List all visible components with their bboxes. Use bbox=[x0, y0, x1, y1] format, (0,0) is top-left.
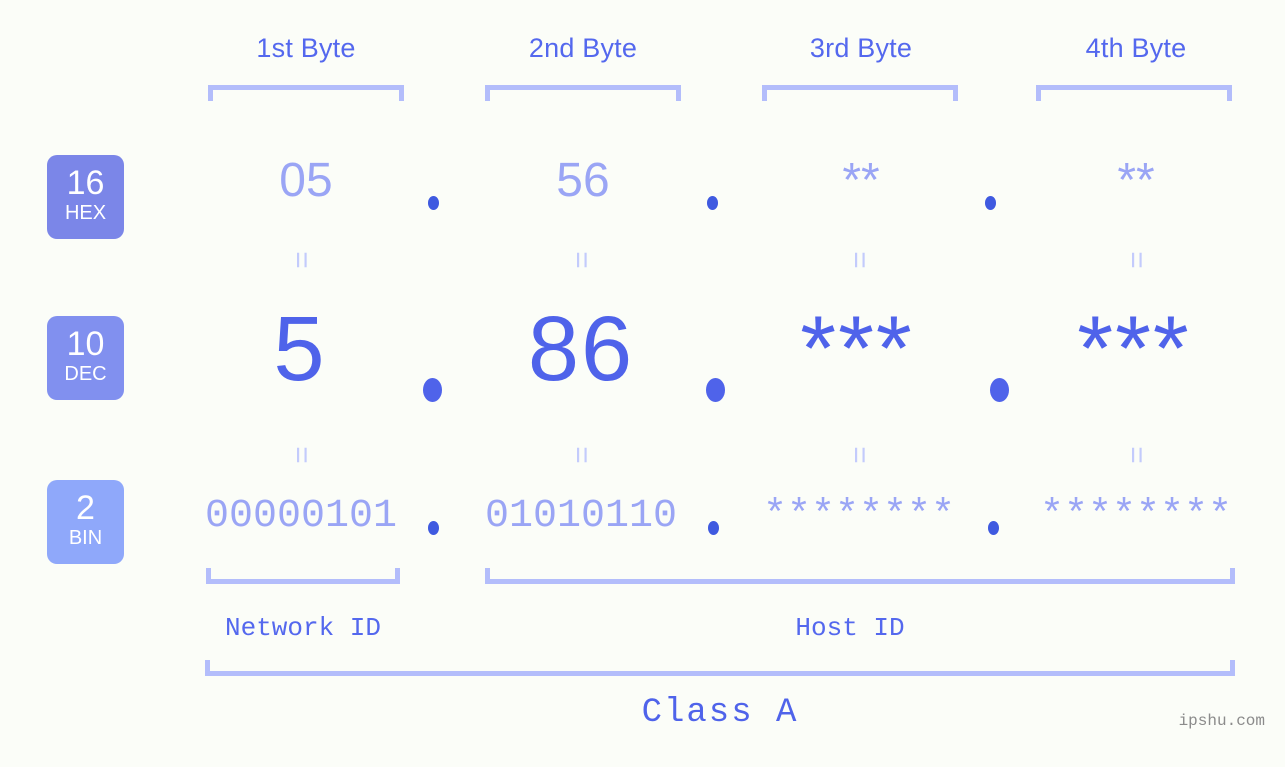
equals-separator-dec-bin-1: = bbox=[285, 446, 318, 464]
base-badge-hex: 16 HEX bbox=[47, 155, 124, 239]
base-badge-dec-number: 10 bbox=[66, 325, 105, 363]
equals-separator-hex-dec-4: = bbox=[1120, 251, 1153, 269]
hex-separator-dot-2 bbox=[707, 196, 718, 210]
byte-header-1: 1st Byte bbox=[256, 33, 356, 63]
class-label: Class A bbox=[641, 694, 799, 732]
hex-separator-dot-1 bbox=[428, 196, 439, 210]
base-badge-dec: 10 DEC bbox=[47, 316, 124, 400]
host-id-bracket bbox=[485, 568, 1235, 584]
base-badge-bin-number: 2 bbox=[76, 489, 95, 527]
base-badge-bin-label: BIN bbox=[68, 527, 103, 549]
bin-byte-3: ******** bbox=[762, 494, 956, 539]
byte-bracket-top-4 bbox=[1036, 85, 1232, 101]
equals-separator-hex-dec-1: = bbox=[285, 251, 318, 269]
base-badge-hex-number: 16 bbox=[66, 164, 105, 202]
dec-separator-dot-1 bbox=[423, 378, 442, 402]
host-id-label: Host ID bbox=[795, 613, 905, 643]
byte-header-2: 2nd Byte bbox=[528, 33, 638, 63]
bin-byte-1: 00000101 bbox=[204, 494, 398, 539]
bin-byte-2: 01010110 bbox=[484, 494, 678, 539]
hex-byte-4: ** bbox=[1117, 154, 1155, 207]
bin-byte-4: ******** bbox=[1039, 494, 1233, 539]
network-id-bracket bbox=[206, 568, 400, 584]
dec-separator-dot-2 bbox=[706, 378, 725, 402]
hex-byte-1: 05 bbox=[279, 154, 333, 207]
dec-byte-4: *** bbox=[1077, 298, 1191, 400]
byte-bracket-top-2 bbox=[485, 85, 681, 101]
equals-separator-dec-bin-2: = bbox=[565, 446, 598, 464]
hex-separator-dot-3 bbox=[985, 196, 996, 210]
equals-separator-hex-dec-3: = bbox=[843, 251, 876, 269]
class-bracket bbox=[205, 660, 1235, 676]
ip-byte-breakdown-diagram: 1st Byte 2nd Byte 3rd Byte 4th Byte 16 H… bbox=[0, 0, 1285, 767]
bin-separator-dot-2 bbox=[708, 521, 719, 535]
network-id-label: Network ID bbox=[224, 613, 382, 643]
equals-separator-hex-dec-2: = bbox=[565, 251, 598, 269]
equals-separator-dec-bin-3: = bbox=[843, 446, 876, 464]
dec-byte-1: 5 bbox=[273, 298, 327, 400]
dec-byte-2: 86 bbox=[527, 298, 635, 400]
hex-byte-2: 56 bbox=[556, 154, 610, 207]
bin-separator-dot-1 bbox=[428, 521, 439, 535]
byte-header-3: 3rd Byte bbox=[809, 33, 913, 63]
dec-separator-dot-3 bbox=[990, 378, 1009, 402]
bin-separator-dot-3 bbox=[988, 521, 999, 535]
hex-byte-3: ** bbox=[842, 154, 880, 207]
base-badge-bin: 2 BIN bbox=[47, 480, 124, 564]
byte-bracket-top-1 bbox=[208, 85, 404, 101]
base-badge-hex-label: HEX bbox=[64, 202, 107, 224]
base-badge-dec-label: DEC bbox=[64, 363, 107, 385]
byte-bracket-top-3 bbox=[762, 85, 958, 101]
equals-separator-dec-bin-4: = bbox=[1120, 446, 1153, 464]
byte-header-4: 4th Byte bbox=[1085, 33, 1187, 63]
dec-byte-3: *** bbox=[800, 298, 914, 400]
watermark: ipshu.com bbox=[1178, 712, 1265, 730]
